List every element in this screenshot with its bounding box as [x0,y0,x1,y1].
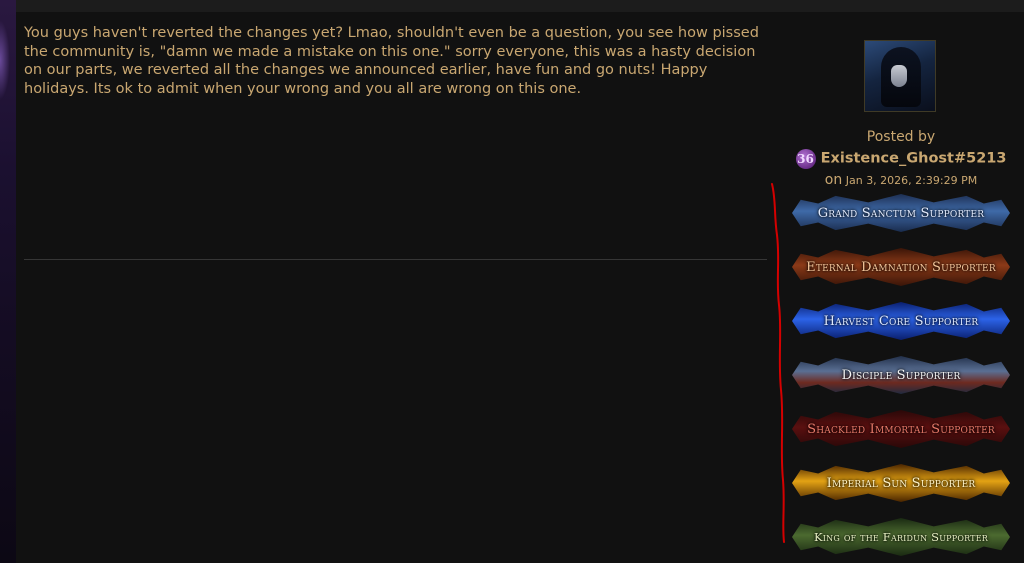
author-line: 36 Existence_Ghost#5213 [786,148,1016,169]
avatar[interactable] [864,40,936,112]
avatar-face [891,65,907,87]
badge-label: Grand Sanctum Supporter [817,205,985,221]
badge-disciple: Disciple Supporter [792,356,1010,394]
date-prefix: on [824,172,843,188]
badge-label: Shackled Immortal Supporter [807,421,995,437]
post-date: on Jan 3, 2026, 2:39:29 PM [786,172,1016,188]
badge-label: Imperial Sun Supporter [826,475,976,491]
badge-label: Disciple Supporter [841,367,961,383]
level-badge: 36 [795,148,816,169]
badge-harvest-core: Harvest Core Supporter [792,302,1010,340]
post-body: You guys haven't reverted the changes ye… [24,25,759,97]
badge-king-of-the-faridun: King of the Faridun Supporter [792,518,1010,556]
author-name-link[interactable]: Existence_Ghost#5213 [821,151,1007,167]
posted-by-label: Posted by [866,129,936,145]
post-divider [24,259,767,260]
badge-label: King of the Faridun Supporter [814,530,988,544]
badge-imperial-sun: Imperial Sun Supporter [792,464,1010,502]
badge-label: Eternal Damnation Supporter [806,259,996,275]
badge-shackled-immortal: Shackled Immortal Supporter [792,410,1010,448]
post-timestamp: Jan 3, 2026, 2:39:29 PM [845,174,978,187]
author-panel: Posted by 36 Existence_Ghost#5213 on Jan… [786,24,1016,563]
badge-eternal-damnation: Eternal Damnation Supporter [792,248,1010,286]
background-art-strip [0,0,16,563]
badge-grand-sanctum: Grand Sanctum Supporter [792,194,1010,232]
badge-label: Harvest Core Supporter [823,313,979,329]
forum-post: You guys haven't reverted the changes ye… [16,12,1024,563]
